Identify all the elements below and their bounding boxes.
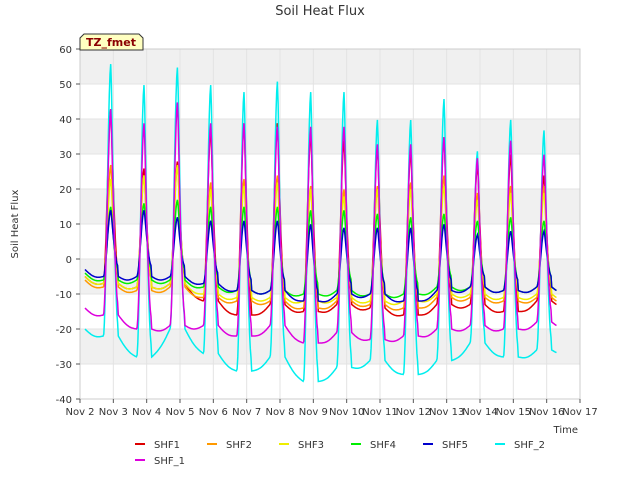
x-tick-label: Nov 15 xyxy=(496,407,531,418)
legend-label: SHF_2 xyxy=(514,440,545,451)
background-band xyxy=(80,189,580,224)
x-tick-label: Nov 9 xyxy=(299,407,328,418)
y-tick-label: -30 xyxy=(56,360,72,371)
y-tick-label: -10 xyxy=(56,290,72,301)
x-tick-label: Nov 10 xyxy=(329,407,364,418)
site-badge-label: TZ_fmet xyxy=(86,36,136,49)
x-tick-label: Nov 11 xyxy=(362,407,397,418)
y-tick-label: 10 xyxy=(59,220,72,231)
legend-label: SHF3 xyxy=(298,440,324,451)
legend-label: SHF_1 xyxy=(154,456,185,467)
x-tick-label: Nov 2 xyxy=(65,407,94,418)
x-tick-label: Nov 6 xyxy=(199,407,228,418)
y-tick-label: 40 xyxy=(59,115,72,126)
x-tick-label: Nov 5 xyxy=(165,407,194,418)
x-tick-label: Nov 12 xyxy=(396,407,431,418)
x-axis-label: Time xyxy=(553,425,578,436)
site-badge: TZ_fmet xyxy=(79,33,144,51)
background-band xyxy=(80,119,580,154)
legend-label: SHF1 xyxy=(154,440,180,451)
y-axis-ticks: -40 -30 -20 -10 0 10 20 30 40 50 60 xyxy=(56,45,80,406)
y-tick-label: 50 xyxy=(59,80,72,91)
y-tick-label: 20 xyxy=(59,185,72,196)
x-tick-label: Nov 3 xyxy=(99,407,128,418)
y-tick-label: -40 xyxy=(56,395,72,406)
x-tick-label: Nov 7 xyxy=(232,407,261,418)
x-tick-label: Nov 4 xyxy=(132,407,161,418)
x-tick-label: Nov 14 xyxy=(462,407,497,418)
background-band xyxy=(80,49,580,84)
x-tick-label: Nov 13 xyxy=(429,407,464,418)
legend-label: SHF4 xyxy=(370,440,396,451)
legend: SHF1 SHF2 SHF3 SHF4 SHF5 SHF_2 SHF_1 xyxy=(135,440,545,467)
x-tick-label: Nov 16 xyxy=(529,407,564,418)
x-axis-ticks: Nov 2 Nov 3 Nov 4 Nov 5 Nov 6 Nov 7 Nov 8 Nov 9… xyxy=(65,399,598,418)
y-tick-label: 30 xyxy=(59,150,72,161)
x-tick-label: Nov 8 xyxy=(265,407,294,418)
chart-title: Soil Heat Flux xyxy=(275,4,365,19)
y-axis-label: Soil Heat Flux xyxy=(10,189,21,258)
legend-label: SHF5 xyxy=(442,440,468,451)
y-tick-label: -20 xyxy=(56,325,72,336)
y-tick-label: 0 xyxy=(66,255,72,266)
x-tick-label: Nov 17 xyxy=(562,407,597,418)
legend-label: SHF2 xyxy=(226,440,252,451)
soil-heat-flux-chart: Soil Heat Flux Nov 2 Nov 3 Nov 4 Nov 5 Nov 6… xyxy=(10,4,598,467)
y-tick-label: 60 xyxy=(59,45,72,56)
